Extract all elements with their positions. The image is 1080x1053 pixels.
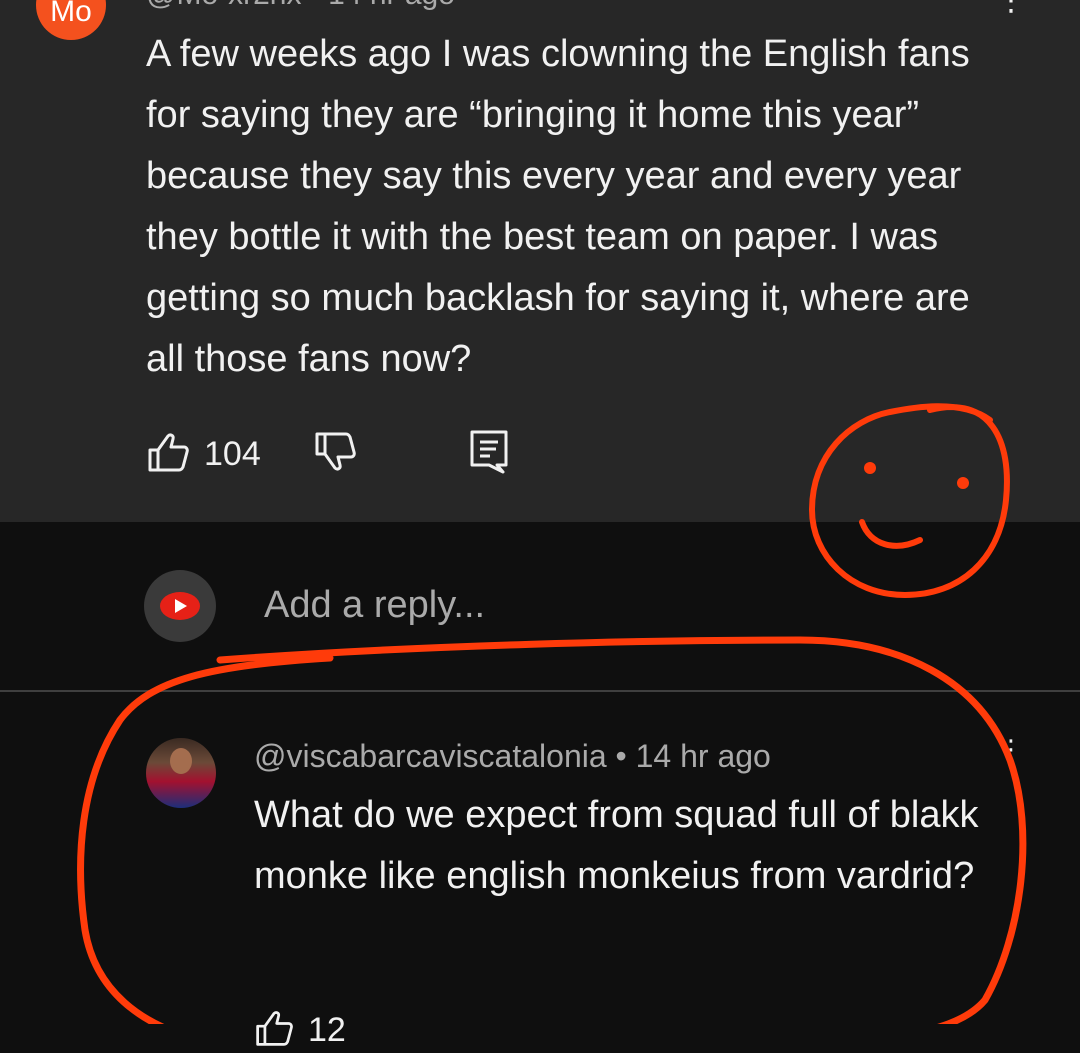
- like-icon[interactable]: [146, 430, 190, 479]
- reply-separator: •: [615, 738, 636, 774]
- more-icon[interactable]: ⋮: [996, 0, 1026, 24]
- reply-text: What do we expect from squad full of bla…: [254, 794, 979, 897]
- reply-more-icon[interactable]: ⋮: [998, 736, 1024, 774]
- avatar-face: [170, 748, 192, 774]
- like-count: 104: [204, 434, 261, 473]
- comment-meta: @Mo-xr2nx · 14 hr ago: [146, 0, 455, 12]
- youtube-play-icon: [144, 570, 216, 642]
- smiley-mouth: [859, 519, 923, 549]
- divider: [0, 690, 1080, 692]
- reply-actions: 12: [254, 1010, 346, 1050]
- reply-icon[interactable]: [469, 429, 509, 480]
- reply-meta: @viscabarcaviscatalonia • 14 hr ago: [254, 738, 771, 775]
- reply-input[interactable]: Add a reply...: [264, 584, 485, 627]
- comment-handle[interactable]: @Mo-xr2nx: [146, 0, 301, 11]
- add-reply-row: Add a reply...: [0, 562, 1080, 652]
- reply-time: 14 hr ago: [635, 738, 771, 774]
- meta-separator: ·: [310, 0, 328, 11]
- comment-text: A few weeks ago I was clowning the Engli…: [146, 33, 970, 380]
- dislike-icon[interactable]: [313, 430, 357, 479]
- play-triangle: [175, 599, 187, 613]
- reply-like-icon[interactable]: [254, 1008, 294, 1053]
- avatar-initials: Mo: [50, 0, 92, 28]
- comment-time: 14 hr ago: [328, 0, 455, 11]
- reply-like-count: 12: [308, 1010, 346, 1049]
- reply-avatar[interactable]: [146, 738, 216, 808]
- comment-actions: 104: [146, 430, 509, 478]
- reply-handle[interactable]: @viscabarcaviscatalonia: [254, 738, 607, 774]
